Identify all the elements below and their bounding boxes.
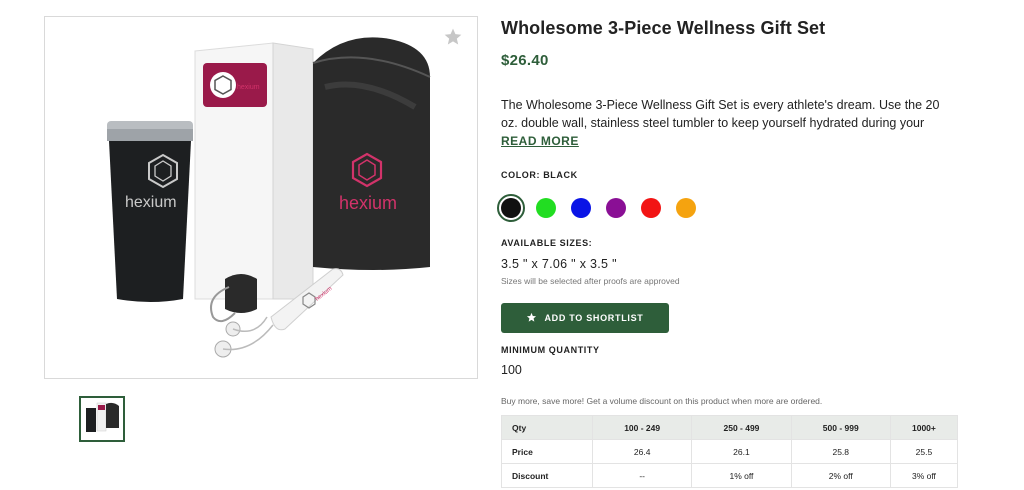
sizes-label: AVAILABLE SIZES:	[501, 238, 593, 248]
product-thumbnail[interactable]	[79, 396, 125, 442]
color-swatch-orange[interactable]	[676, 198, 696, 218]
table-row: Discount -- 1% off 2% off 3% off	[501, 463, 959, 488]
product-info-panel: Wholesome 3-Piece Wellness Gift Set $26.…	[497, 16, 961, 488]
tumbler-image: hexium	[107, 121, 193, 302]
bag-logo-text: hexium	[339, 193, 397, 213]
color-swatch-purple[interactable]	[606, 198, 626, 218]
pricing-header-cell: 250 - 499	[691, 415, 792, 440]
table-cell: 3% off	[889, 463, 959, 488]
minimum-quantity-value: 100	[501, 363, 522, 377]
pricing-header-cell: Qty	[501, 415, 593, 440]
pricing-header-row: Qty 100 - 249 250 - 499 500 - 999 1000+	[501, 415, 959, 440]
pricing-header-cell: 500 - 999	[790, 415, 891, 440]
read-more-link[interactable]: READ MORE	[501, 134, 579, 148]
gift-box-image: hexium	[194, 42, 314, 300]
color-swatch-red[interactable]	[641, 198, 661, 218]
drawstring-bag-image: hexium	[312, 37, 431, 271]
table-cell: 25.8	[790, 439, 891, 464]
thumbnail-image	[81, 398, 123, 440]
table-cell: 26.4	[591, 439, 693, 464]
volume-discount-note: Buy more, save more! Get a volume discou…	[501, 396, 823, 406]
shortlist-label: ADD TO SHORTLIST	[544, 313, 644, 323]
table-row: Price 26.4 26.1 25.8 25.5	[501, 439, 959, 464]
table-cell: 1% off	[691, 463, 792, 488]
table-cell: 26.1	[691, 439, 792, 464]
pricing-header-cell: 100 - 249	[591, 415, 693, 440]
product-image-gallery: hexium hexium hexium hexium	[44, 16, 478, 379]
price-row-label: Price	[501, 439, 593, 464]
tumbler-logo-text: hexium	[125, 194, 177, 211]
minimum-quantity-label: MINIMUM QUANTITY	[501, 345, 600, 355]
product-image: hexium hexium hexium hexium	[107, 37, 431, 358]
product-price: $26.40	[501, 52, 549, 69]
table-cell: 25.5	[889, 439, 959, 464]
color-swatch-blue[interactable]	[571, 198, 591, 218]
discount-row-label: Discount	[501, 463, 593, 488]
size-note: Sizes will be selected after proofs are …	[501, 276, 680, 286]
favorite-star-icon[interactable]	[443, 27, 463, 47]
color-label: COLOR: BLACK	[501, 170, 578, 180]
color-swatch-green[interactable]	[536, 198, 556, 218]
product-title: Wholesome 3-Piece Wellness Gift Set	[501, 18, 826, 38]
size-value: 3.5 " x 7.06 " x 3.5 "	[501, 257, 617, 271]
star-icon	[526, 312, 537, 325]
box-logo-text: hexium	[237, 84, 260, 91]
color-swatch-black[interactable]	[497, 194, 525, 222]
table-cell: --	[591, 463, 693, 488]
color-swatches	[497, 194, 961, 222]
add-to-shortlist-button[interactable]: ADD TO SHORTLIST	[501, 303, 669, 333]
table-cell: 2% off	[790, 463, 891, 488]
pricing-header-cell: 1000+	[889, 415, 959, 440]
product-description: The Wholesome 3-Piece Wellness Gift Set …	[501, 98, 940, 130]
pricing-table: Qty 100 - 249 250 - 499 500 - 999 1000+ …	[501, 415, 959, 488]
